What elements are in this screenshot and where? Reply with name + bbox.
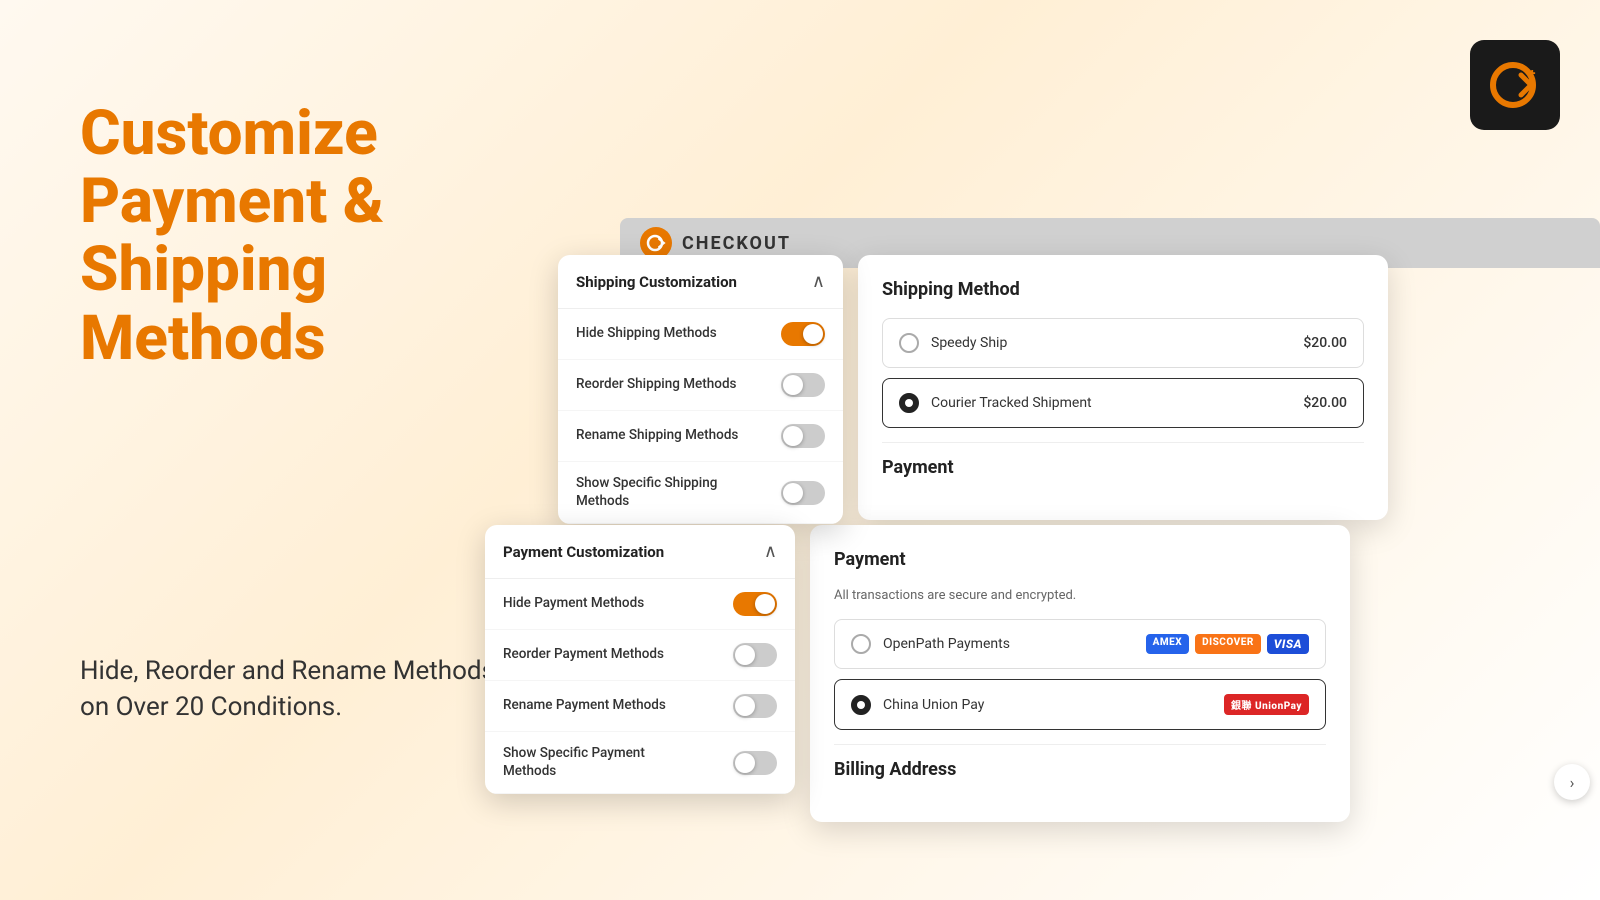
show-specific-payment-knob xyxy=(735,753,755,773)
billing-label: Billing Address xyxy=(834,759,1326,780)
payment-panel-title: Payment Customization xyxy=(503,543,664,561)
shipping-panel-header: Shipping Customization ∧ xyxy=(558,255,843,309)
payment-option-1[interactable]: OpenPath Payments AMEX DISCOVER VISA xyxy=(834,619,1326,669)
rename-shipping-item: Rename Shipping Methods xyxy=(558,411,843,462)
hide-shipping-knob xyxy=(803,324,823,344)
logo-icon: + xyxy=(1485,55,1545,115)
svg-text:+: + xyxy=(1529,66,1536,80)
hero-title: Customize Payment & Shipping Methods xyxy=(80,100,580,373)
payment-card-title: Payment xyxy=(834,549,1326,570)
shipping-option-2[interactable]: Courier Tracked Shipment $20.00 xyxy=(882,378,1364,428)
radio-openpath xyxy=(851,634,871,654)
visa-badge: VISA xyxy=(1267,634,1309,654)
payment-section-label: Payment xyxy=(882,457,1364,478)
shipping-option-1[interactable]: Speedy Ship $20.00 xyxy=(882,318,1364,368)
show-specific-shipping-item: Show Specific Shipping Methods xyxy=(558,462,843,524)
rename-payment-item: Rename Payment Methods xyxy=(485,681,795,732)
payment-option-1-left: OpenPath Payments xyxy=(851,634,1010,654)
discover-badge: DISCOVER xyxy=(1195,634,1261,654)
show-specific-shipping-knob xyxy=(783,483,803,503)
payment-panel-header: Payment Customization ∧ xyxy=(485,525,795,579)
shipping-option-1-left: Speedy Ship xyxy=(899,333,1007,353)
courier-label: Courier Tracked Shipment xyxy=(931,395,1092,411)
reorder-payment-knob xyxy=(735,645,755,665)
rename-payment-label: Rename Payment Methods xyxy=(503,697,666,715)
show-specific-payment-toggle[interactable] xyxy=(733,751,777,775)
payment-option-2-left: China Union Pay xyxy=(851,695,984,715)
show-specific-shipping-label: Show Specific Shipping Methods xyxy=(576,475,756,510)
openpath-brands: AMEX DISCOVER VISA xyxy=(1146,634,1309,654)
hide-payment-toggle[interactable] xyxy=(733,592,777,616)
payment-panel: Payment Customization ∧ Hide Payment Met… xyxy=(485,525,795,794)
reorder-shipping-toggle[interactable] xyxy=(781,373,825,397)
rename-payment-toggle[interactable] xyxy=(733,694,777,718)
show-specific-payment-label: Show Specific Payment Methods xyxy=(503,745,683,780)
payment-method-card: Payment All transactions are secure and … xyxy=(810,525,1350,822)
openpath-label: OpenPath Payments xyxy=(883,636,1010,652)
radio-speedy-ship xyxy=(899,333,919,353)
shipping-panel-chevron[interactable]: ∧ xyxy=(812,271,825,292)
payment-divider xyxy=(834,744,1326,745)
checkout-bar-title: CHECKOUT xyxy=(682,233,791,254)
shipping-option-2-left: Courier Tracked Shipment xyxy=(899,393,1092,413)
radio-courier xyxy=(899,393,919,413)
app-logo-box: + xyxy=(1470,40,1560,130)
reorder-shipping-item: Reorder Shipping Methods xyxy=(558,360,843,411)
reorder-shipping-label: Reorder Shipping Methods xyxy=(576,376,737,394)
rename-shipping-knob xyxy=(783,426,803,446)
shipping-panel-title: Shipping Customization xyxy=(576,273,737,291)
speedy-ship-label: Speedy Ship xyxy=(931,335,1007,351)
union-pay-brands: 銀聯 UnionPay xyxy=(1224,694,1309,715)
amex-badge: AMEX xyxy=(1146,634,1190,654)
reorder-payment-label: Reorder Payment Methods xyxy=(503,646,664,664)
speedy-ship-price: $20.00 xyxy=(1303,335,1347,351)
card-divider xyxy=(882,442,1364,443)
hide-shipping-item: Hide Shipping Methods xyxy=(558,309,843,360)
courier-price: $20.00 xyxy=(1303,395,1347,411)
rename-shipping-label: Rename Shipping Methods xyxy=(576,427,738,445)
scroll-down-arrow[interactable]: › xyxy=(1554,764,1590,800)
hide-shipping-label: Hide Shipping Methods xyxy=(576,325,717,343)
radio-union-pay xyxy=(851,695,871,715)
reorder-payment-item: Reorder Payment Methods xyxy=(485,630,795,681)
shipping-panel: Shipping Customization ∧ Hide Shipping M… xyxy=(558,255,843,524)
hide-payment-knob xyxy=(755,594,775,614)
shipping-method-card: Shipping Method Speedy Ship $20.00 Couri… xyxy=(858,255,1388,520)
secure-text: All transactions are secure and encrypte… xyxy=(834,588,1326,603)
reorder-shipping-knob xyxy=(783,375,803,395)
rename-payment-knob xyxy=(735,696,755,716)
show-specific-payment-item: Show Specific Payment Methods xyxy=(485,732,795,794)
show-specific-shipping-toggle[interactable] xyxy=(781,481,825,505)
payment-panel-chevron[interactable]: ∧ xyxy=(764,541,777,562)
hide-payment-label: Hide Payment Methods xyxy=(503,595,644,613)
hide-shipping-toggle[interactable] xyxy=(781,322,825,346)
union-pay-badge: 銀聯 UnionPay xyxy=(1224,694,1309,715)
rename-shipping-toggle[interactable] xyxy=(781,424,825,448)
payment-option-2[interactable]: China Union Pay 銀聯 UnionPay xyxy=(834,679,1326,730)
reorder-payment-toggle[interactable] xyxy=(733,643,777,667)
hide-payment-item: Hide Payment Methods xyxy=(485,579,795,630)
shipping-card-title: Shipping Method xyxy=(882,279,1364,300)
union-pay-label: China Union Pay xyxy=(883,697,984,713)
